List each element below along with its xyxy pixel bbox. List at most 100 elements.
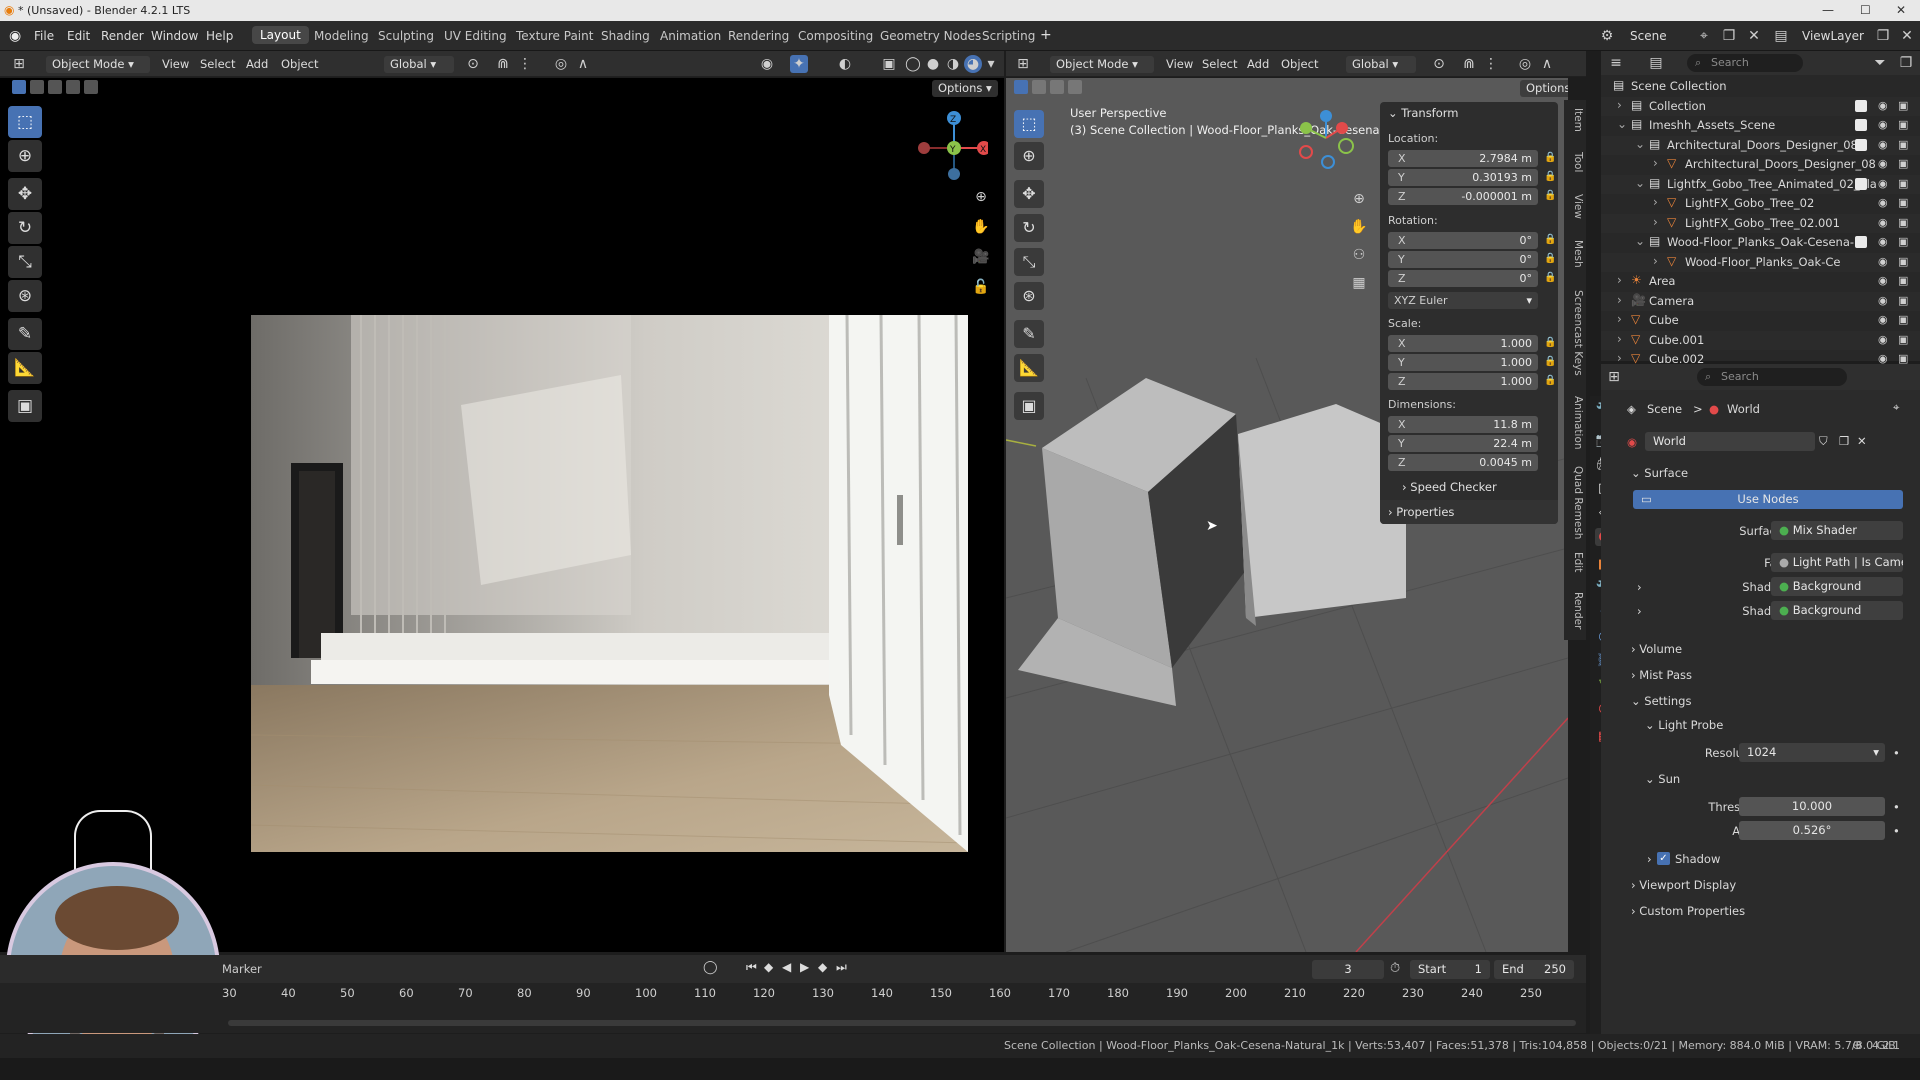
tab-modeling[interactable]: Modeling bbox=[314, 29, 369, 43]
use-nodes-button[interactable]: ▭ Use Nodes bbox=[1633, 490, 1903, 509]
exclude-checkbox[interactable] bbox=[1855, 119, 1867, 131]
gizmo-toggle-icon[interactable]: ✦ bbox=[790, 55, 808, 73]
timeline-scrollbar[interactable] bbox=[228, 1020, 1576, 1026]
keyframe-dot-icon[interactable]: • bbox=[1893, 746, 1900, 760]
sidebar-tab-mesh[interactable]: Mesh bbox=[1564, 240, 1584, 268]
view-layer-name[interactable]: ViewLayer bbox=[1802, 29, 1864, 43]
expand-chevron-icon[interactable]: › bbox=[1617, 351, 1622, 365]
material-shading-icon[interactable]: ◑ bbox=[944, 55, 962, 73]
camera-view-icon-2[interactable]: ⚇ bbox=[1350, 246, 1368, 264]
lock-icon[interactable]: 🔒 bbox=[1544, 253, 1556, 264]
snap-target-icon[interactable]: ⋮ bbox=[516, 55, 534, 73]
jump-keyframe-back-icon[interactable]: ◆ bbox=[764, 960, 773, 974]
viewport-display-section-header[interactable]: › Viewport Display bbox=[1631, 878, 1736, 892]
outliner-row[interactable]: › ▽ Architectural_Doors_Designer_08 ◉ ▣ bbox=[1601, 155, 1920, 174]
properties-search-input[interactable]: ⌕ Search bbox=[1697, 368, 1847, 386]
measure-tool-2[interactable]: 📐 bbox=[1014, 354, 1044, 382]
duplicate-world-icon[interactable]: ❐ bbox=[1839, 434, 1849, 448]
mist-pass-section-header[interactable]: › Mist Pass bbox=[1631, 668, 1692, 682]
visibility-eye-icon[interactable]: ◉ bbox=[1878, 99, 1888, 112]
rotation-mode-dropdown[interactable]: XYZ Euler ▾ bbox=[1388, 292, 1538, 309]
zoom-icon[interactable]: ⊕ bbox=[972, 188, 990, 206]
menu-object-2[interactable]: Object bbox=[1281, 57, 1318, 71]
rotate-tool[interactable]: ↻ bbox=[8, 212, 42, 244]
move-tool-2[interactable]: ✥ bbox=[1014, 180, 1044, 208]
render-visibility-icon[interactable]: ▣ bbox=[1898, 294, 1908, 307]
sidebar-tab-tool[interactable]: Tool bbox=[1564, 152, 1584, 172]
select-extend-icon-2[interactable] bbox=[1032, 80, 1046, 94]
select-invert-icon[interactable] bbox=[66, 80, 80, 94]
start-frame-field[interactable]: Start 1 bbox=[1410, 960, 1490, 979]
visibility-eye-icon[interactable]: ◉ bbox=[1878, 118, 1888, 131]
properties-subpanel[interactable]: › Properties bbox=[1380, 500, 1558, 524]
scene-name[interactable]: Scene bbox=[1630, 29, 1667, 43]
menu-add-2[interactable]: Add bbox=[1247, 57, 1269, 71]
end-frame-field[interactable]: End 250 bbox=[1494, 960, 1574, 979]
lock-icon[interactable]: 🔒 bbox=[1544, 337, 1556, 348]
expand-chevron-icon[interactable]: ⌄ bbox=[1635, 176, 1645, 190]
tab-compositing[interactable]: Compositing bbox=[798, 29, 873, 43]
lock-icon[interactable]: 🔒 bbox=[1544, 171, 1556, 182]
outliner-row[interactable]: › ☀ Area ◉ ▣ bbox=[1601, 272, 1920, 291]
jump-start-icon[interactable]: ⏮ bbox=[746, 960, 757, 975]
falloff-icon-2[interactable]: ∧ bbox=[1538, 55, 1556, 73]
zoom-icon-2[interactable]: ⊕ bbox=[1350, 190, 1368, 208]
scale-tool[interactable]: ⤡ bbox=[8, 246, 42, 278]
tab-texture-paint[interactable]: Texture Paint bbox=[516, 29, 593, 43]
location-x-field[interactable]: X 2.7984 m bbox=[1388, 150, 1538, 167]
visibility-eye-icon[interactable]: ◉ bbox=[1878, 274, 1888, 287]
navigation-gizmo[interactable]: Z X Y bbox=[908, 106, 988, 186]
select-subtract-icon[interactable] bbox=[48, 80, 62, 94]
select-intersect-icon[interactable] bbox=[84, 80, 98, 94]
mode-dropdown-2[interactable]: Object Mode ▾ bbox=[1050, 56, 1154, 73]
minimize-button[interactable]: — bbox=[1822, 3, 1834, 17]
annotate-tool[interactable]: ✎ bbox=[8, 318, 42, 350]
shadow-checkbox[interactable]: ✓ bbox=[1657, 852, 1670, 865]
maximize-button[interactable]: ☐ bbox=[1860, 3, 1871, 17]
proportional-edit-icon[interactable]: ◎ bbox=[552, 55, 570, 73]
falloff-icon[interactable]: ∧ bbox=[574, 55, 592, 73]
lock-icon[interactable]: 🔒 bbox=[1544, 190, 1556, 201]
menu-select-2[interactable]: Select bbox=[1202, 57, 1237, 71]
orientation-dropdown[interactable]: Global ▾ bbox=[384, 56, 454, 73]
menu-add[interactable]: Add bbox=[246, 57, 268, 71]
menu-render[interactable]: Render bbox=[101, 29, 144, 43]
pan-hand-icon-2[interactable]: ✋ bbox=[1350, 218, 1368, 236]
expand-chevron-icon[interactable]: › bbox=[1653, 156, 1658, 170]
move-tool[interactable]: ✥ bbox=[8, 178, 42, 210]
close-window-button[interactable]: ✕ bbox=[1896, 3, 1906, 17]
visibility-eye-icon[interactable]: ◉ bbox=[1878, 216, 1888, 229]
threshold-field[interactable]: 10.000 bbox=[1739, 797, 1885, 816]
render-visibility-icon[interactable]: ▣ bbox=[1898, 255, 1908, 268]
menu-edit[interactable]: Edit bbox=[67, 29, 90, 43]
display-mode-icon[interactable]: ▤ bbox=[1647, 54, 1665, 72]
lock-icon[interactable]: 🔒 bbox=[1544, 356, 1556, 367]
outliner-row[interactable]: › ▽ LightFX_Gobo_Tree_02 ◉ ▣ bbox=[1601, 194, 1920, 213]
shader2-expand-icon[interactable]: › bbox=[1637, 604, 1642, 618]
select-new-icon-2[interactable] bbox=[1014, 80, 1028, 94]
render-visibility-icon[interactable]: ▣ bbox=[1898, 235, 1908, 248]
menu-select[interactable]: Select bbox=[200, 57, 235, 71]
volume-section-header[interactable]: › Volume bbox=[1631, 642, 1682, 656]
pan-hand-icon[interactable]: ✋ bbox=[972, 218, 990, 236]
outliner-row[interactable]: ⌄ ▤ Imeshh_Assets_Scene ◉ ▣ bbox=[1601, 116, 1920, 135]
exclude-checkbox[interactable] bbox=[1855, 99, 1867, 112]
lock-icon[interactable]: 🔒 bbox=[1544, 234, 1556, 245]
speed-checker-subpanel[interactable]: › Speed Checker bbox=[1402, 480, 1497, 494]
expand-chevron-icon[interactable]: › bbox=[1617, 293, 1622, 307]
expand-chevron-icon[interactable]: ⌄ bbox=[1635, 137, 1645, 151]
lock-icon[interactable]: 🔒 bbox=[1544, 272, 1556, 283]
custom-properties-section-header[interactable]: › Custom Properties bbox=[1631, 904, 1745, 918]
expand-chevron-icon[interactable]: › bbox=[1617, 332, 1622, 346]
transform-tool[interactable]: ⊛ bbox=[8, 280, 42, 312]
tab-sculpting[interactable]: Sculpting bbox=[378, 29, 434, 43]
fac-input-field[interactable]: ● Light Path | Is Camera ... bbox=[1771, 553, 1903, 572]
tab-scripting[interactable]: Scripting bbox=[982, 29, 1035, 43]
snap-icon-2[interactable]: ⋒ bbox=[1460, 55, 1478, 73]
ortho-toggle-icon[interactable]: ▦ bbox=[1350, 274, 1368, 292]
menu-object[interactable]: Object bbox=[281, 57, 318, 71]
select-box-tool-2[interactable]: ⬚ bbox=[1014, 110, 1044, 138]
render-visibility-icon[interactable]: ▣ bbox=[1898, 118, 1908, 131]
visibility-eye-icon[interactable]: ◉ bbox=[1878, 255, 1888, 268]
select-invert-icon-2[interactable] bbox=[1068, 80, 1082, 94]
